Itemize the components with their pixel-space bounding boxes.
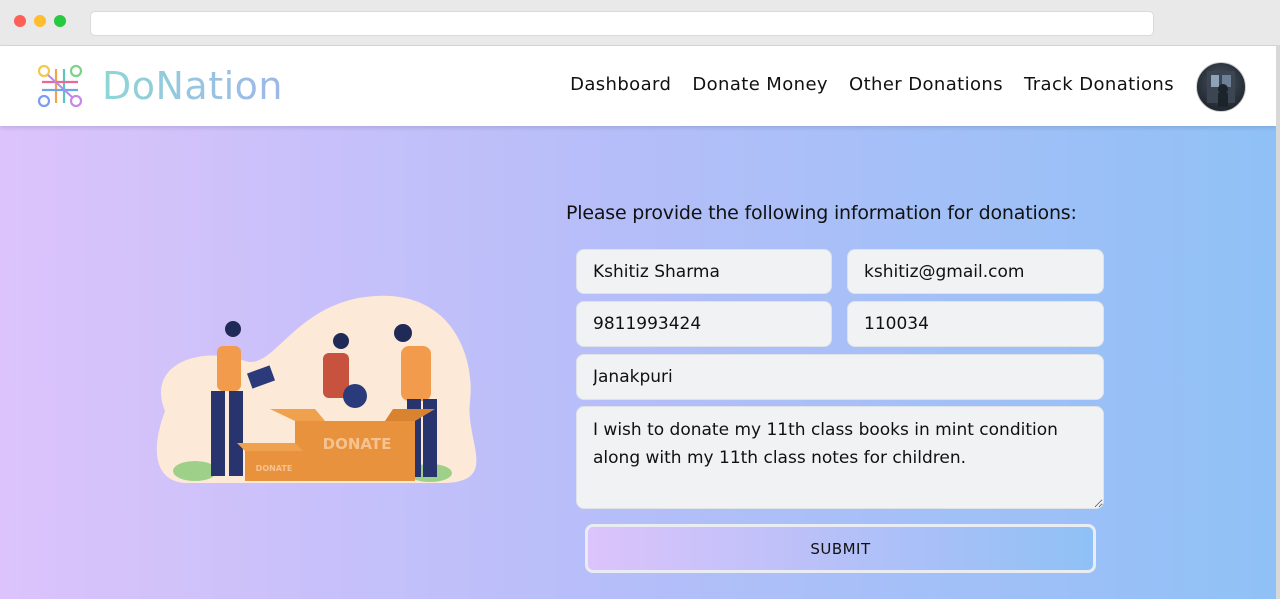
window-minimize-dot[interactable] bbox=[34, 15, 46, 27]
donation-logo-icon[interactable] bbox=[36, 63, 84, 109]
avatar-photo-icon bbox=[1207, 71, 1235, 107]
box-small-label: DONATE bbox=[256, 464, 293, 473]
window-close-dot[interactable] bbox=[14, 15, 26, 27]
email-field[interactable] bbox=[847, 249, 1104, 294]
nav-link-track-donations[interactable]: Track Donations bbox=[1024, 74, 1174, 95]
address-bar[interactable] bbox=[90, 11, 1154, 36]
navbar: DoNation Dashboard Donate Money Other Do… bbox=[0, 46, 1276, 126]
box-large-label: DONATE bbox=[323, 435, 392, 453]
page-scrollbar[interactable] bbox=[1276, 46, 1280, 599]
browser-chrome bbox=[0, 0, 1280, 46]
pincode-field[interactable] bbox=[847, 301, 1104, 347]
nav-links: Dashboard Donate Money Other Donations T… bbox=[570, 74, 1174, 95]
submit-button[interactable]: SUBMIT bbox=[585, 524, 1096, 573]
user-avatar[interactable] bbox=[1196, 62, 1246, 112]
window-maximize-dot[interactable] bbox=[54, 15, 66, 27]
phone-field[interactable] bbox=[576, 301, 832, 347]
brand-name[interactable]: DoNation bbox=[102, 64, 283, 108]
donation-message-field[interactable]: I wish to donate my 11th class books in … bbox=[576, 406, 1104, 509]
page-content: DoNation Dashboard Donate Money Other Do… bbox=[0, 46, 1280, 599]
donation-illustration: DONATE DONATE bbox=[156, 295, 477, 483]
name-field[interactable] bbox=[576, 249, 832, 294]
nav-link-donate-money[interactable]: Donate Money bbox=[692, 74, 828, 95]
nav-link-dashboard[interactable]: Dashboard bbox=[570, 74, 671, 95]
address-field[interactable] bbox=[576, 354, 1104, 400]
nav-link-other-donations[interactable]: Other Donations bbox=[849, 74, 1003, 95]
form-title: Please provide the following information… bbox=[566, 202, 1077, 224]
